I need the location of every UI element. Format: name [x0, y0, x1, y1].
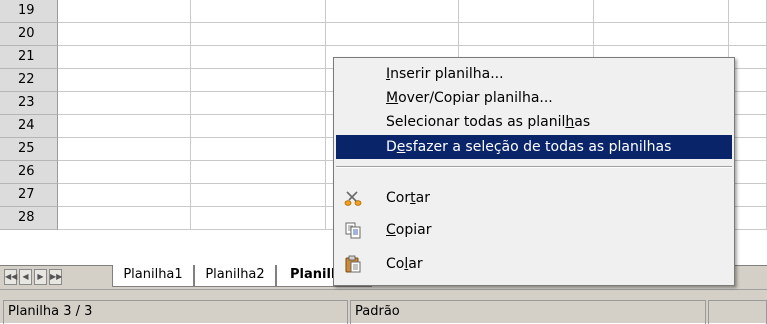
menu-item-label-pre: Co: [386, 256, 405, 272]
grid-cell[interactable]: [191, 92, 326, 115]
grid-cell[interactable]: [191, 115, 326, 138]
grid-cell[interactable]: [729, 23, 767, 46]
grid-cell[interactable]: [191, 184, 326, 207]
grid-cell[interactable]: [58, 92, 191, 115]
grid-cell[interactable]: [326, 0, 459, 23]
menu-item-label-post: as: [574, 114, 591, 130]
grid-cell[interactable]: [594, 0, 729, 23]
page-style-text: Padrão: [355, 304, 400, 319]
menu-item-label-post: ar: [408, 256, 423, 272]
menu-item-select-all-sheets[interactable]: Selecionar todas as planilhas: [336, 110, 732, 134]
grid-cell[interactable]: [594, 23, 729, 46]
row-header[interactable]: 20: [0, 23, 58, 46]
last-sheet-button[interactable]: ▶▶: [49, 269, 62, 285]
menu-item-paste[interactable]: Colar: [336, 252, 732, 276]
sheet-tab-label: Planilha1: [123, 267, 183, 282]
row-header[interactable]: 23: [0, 92, 58, 115]
menu-item-cut[interactable]: Cortar: [336, 186, 732, 210]
row-header[interactable]: 27: [0, 184, 58, 207]
grid-cell[interactable]: [191, 46, 326, 69]
sheet-tab-planilha1[interactable]: Planilha1: [112, 265, 194, 287]
grid-cell[interactable]: [58, 184, 191, 207]
grid-cell[interactable]: [459, 0, 594, 23]
copy-icon: [344, 221, 362, 239]
menu-item-move-copy-sheet[interactable]: Mover/Copiar planilha...: [336, 86, 732, 110]
grid-cell[interactable]: [58, 69, 191, 92]
menu-item-label-post: ar: [415, 190, 430, 206]
menu-item-copy[interactable]: Copiar: [336, 218, 732, 242]
row-header[interactable]: 21: [0, 46, 58, 69]
next-sheet-button[interactable]: ▶: [34, 269, 47, 285]
grid-cell[interactable]: [58, 207, 191, 230]
grid-cell[interactable]: [58, 0, 191, 23]
menu-item-label-accelerator: C: [386, 222, 396, 238]
grid-cell[interactable]: [729, 0, 767, 23]
row-header[interactable]: 25: [0, 138, 58, 161]
sheet-position-text: Planilha 3 / 3: [8, 304, 93, 319]
menu-item-label-pre: Cor: [386, 190, 411, 206]
menu-item-deselect-all-sheets[interactable]: Desfazer a seleção de todas as planilhas: [336, 135, 732, 159]
status-bar: Planilha 3 / 3 Padrão: [0, 289, 767, 324]
menu-item-label-accelerator: M: [386, 90, 399, 106]
row-header[interactable]: 22: [0, 69, 58, 92]
row-header[interactable]: 26: [0, 161, 58, 184]
menu-item-label-pre: Selecionar todas as planil: [386, 114, 566, 130]
menu-item-insert-sheet[interactable]: Inserir planilha...: [336, 62, 732, 86]
grid-cell[interactable]: [191, 161, 326, 184]
sheet-tab-label: Planilha2: [205, 267, 265, 282]
grid-cell[interactable]: [191, 138, 326, 161]
sheet-tab-planilha2[interactable]: Planilha2: [194, 265, 276, 287]
grid-cell[interactable]: [459, 23, 594, 46]
row-header[interactable]: 24: [0, 115, 58, 138]
previous-sheet-button[interactable]: ◀: [19, 269, 32, 285]
grid-cell[interactable]: [58, 161, 191, 184]
grid-cell[interactable]: [191, 23, 326, 46]
menu-item-label-post: sfazer a seleção de todas as planilhas: [405, 139, 672, 155]
grid-cell[interactable]: [58, 115, 191, 138]
row-header[interactable]: 28: [0, 207, 58, 230]
paste-icon: [344, 255, 362, 273]
menu-item-label-post: nserir planilha...: [390, 66, 504, 82]
grid-cell[interactable]: [191, 207, 326, 230]
first-sheet-button[interactable]: ◀◀: [4, 269, 17, 285]
scissors-icon: [344, 189, 362, 207]
grid-cell[interactable]: [58, 23, 191, 46]
status-field-empty: [708, 300, 767, 324]
menu-item-label-accelerator: h: [565, 114, 575, 130]
menu-item-label-post: over/Copiar planilha...: [398, 90, 553, 106]
grid-cell[interactable]: [191, 69, 326, 92]
row-header[interactable]: 19: [0, 0, 58, 23]
table-row: 20: [0, 23, 767, 46]
grid-cell[interactable]: [326, 23, 459, 46]
menu-separator: [336, 166, 732, 168]
menu-item-label-pre: D: [386, 139, 397, 155]
grid-cell[interactable]: [58, 46, 191, 69]
page-style-field[interactable]: Padrão: [350, 300, 706, 324]
table-row: 19: [0, 0, 767, 23]
sheet-context-menu: Inserir planilha... Mover/Copiar planilh…: [333, 57, 735, 286]
menu-item-label-post: opiar: [395, 222, 432, 238]
grid-cell[interactable]: [58, 138, 191, 161]
sheet-position-field: Planilha 3 / 3: [3, 300, 348, 324]
grid-cell[interactable]: [191, 0, 326, 23]
